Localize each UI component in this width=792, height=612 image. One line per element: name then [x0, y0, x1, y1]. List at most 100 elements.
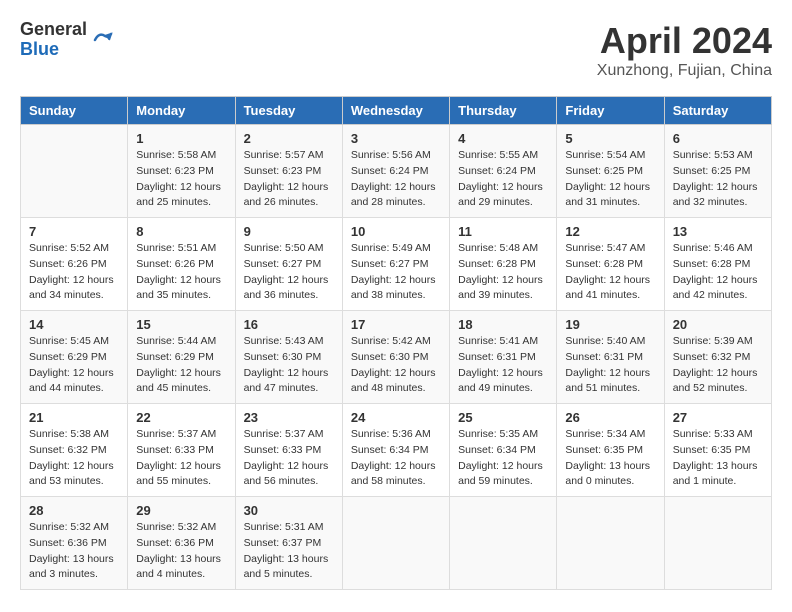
page-header: General Blue April 2024 Xunzhong, Fujian…: [20, 20, 772, 80]
cell-info: Sunrise: 5:55 AMSunset: 6:24 PMDaylight:…: [458, 148, 548, 211]
cell-info: Sunrise: 5:40 AMSunset: 6:31 PMDaylight:…: [565, 334, 655, 397]
cell-info: Sunrise: 5:35 AMSunset: 6:34 PMDaylight:…: [458, 427, 548, 490]
calendar-cell: 15 Sunrise: 5:44 AMSunset: 6:29 PMDayligh…: [128, 311, 235, 404]
day-number: 5: [565, 131, 655, 146]
cell-info: Sunrise: 5:37 AMSunset: 6:33 PMDaylight:…: [244, 427, 334, 490]
calendar-cell: 21Sunrise: 5:38 AMSunset: 6:32 PMDayligh…: [21, 404, 128, 497]
day-number: 29: [136, 503, 226, 518]
day-number: 10: [351, 224, 441, 239]
calendar-cell: [21, 125, 128, 218]
cell-info: Sunrise: 5:51 AMSunset: 6:26 PMDaylight:…: [136, 241, 226, 304]
cell-info: Sunrise: 5:36 AMSunset: 6:34 PMDaylight:…: [351, 427, 441, 490]
column-header-friday: Friday: [557, 97, 664, 125]
title-block: April 2024 Xunzhong, Fujian, China: [597, 20, 772, 80]
day-number: 4: [458, 131, 548, 146]
day-number: 12: [565, 224, 655, 239]
calendar-header-row: SundayMondayTuesdayWednesdayThursdayFrid…: [21, 97, 772, 125]
calendar-cell: 3Sunrise: 5:56 AMSunset: 6:24 PMDaylight…: [342, 125, 449, 218]
calendar-cell: 5 Sunrise: 5:54 AMSunset: 6:25 PMDaylight…: [557, 125, 664, 218]
calendar-cell: 7 Sunrise: 5:52 AMSunset: 6:26 PMDaylight…: [21, 218, 128, 311]
cell-info: Sunrise: 5:32 AMSunset: 6:36 PMDaylight:…: [136, 520, 226, 583]
calendar-cell: 24 Sunrise: 5:36 AMSunset: 6:34 PMDayligh…: [342, 404, 449, 497]
calendar-cell: 16 Sunrise: 5:43 AMSunset: 6:30 PMDayligh…: [235, 311, 342, 404]
day-number: 30: [244, 503, 334, 518]
day-number: 19: [565, 317, 655, 332]
day-number: 20: [673, 317, 763, 332]
cell-info: Sunrise: 5:53 AMSunset: 6:25 PMDaylight:…: [673, 148, 763, 211]
calendar-week-row: 21Sunrise: 5:38 AMSunset: 6:32 PMDayligh…: [21, 404, 772, 497]
calendar-cell: 11Sunrise: 5:48 AMSunset: 6:28 PMDayligh…: [450, 218, 557, 311]
cell-info: Sunrise: 5:56 AMSunset: 6:24 PMDaylight:…: [351, 148, 441, 211]
cell-info: Sunrise: 5:57 AMSunset: 6:23 PMDaylight:…: [244, 148, 334, 211]
calendar-week-row: 14 Sunrise: 5:45 AMSunset: 6:29 PMDayligh…: [21, 311, 772, 404]
day-number: 7: [29, 224, 119, 239]
cell-info: Sunrise: 5:45 AMSunset: 6:29 PMDaylight:…: [29, 334, 119, 397]
day-number: 23: [244, 410, 334, 425]
day-number: 16: [244, 317, 334, 332]
day-number: 14: [29, 317, 119, 332]
day-number: 22: [136, 410, 226, 425]
cell-info: Sunrise: 5:32 AMSunset: 6:36 PMDaylight:…: [29, 520, 119, 583]
cell-info: Sunrise: 5:48 AMSunset: 6:28 PMDaylight:…: [458, 241, 548, 304]
calendar-cell: 30 Sunrise: 5:31 AMSunset: 6:37 PMDayligh…: [235, 497, 342, 590]
calendar-cell: 19 Sunrise: 5:40 AMSunset: 6:31 PMDayligh…: [557, 311, 664, 404]
day-number: 9: [244, 224, 334, 239]
calendar-cell: 22 Sunrise: 5:37 AMSunset: 6:33 PMDayligh…: [128, 404, 235, 497]
month-title: April 2024: [597, 20, 772, 62]
cell-info: Sunrise: 5:34 AMSunset: 6:35 PMDaylight:…: [565, 427, 655, 490]
day-number: 2: [244, 131, 334, 146]
day-number: 6: [673, 131, 763, 146]
day-number: 1: [136, 131, 226, 146]
calendar-week-row: 28 Sunrise: 5:32 AMSunset: 6:36 PMDayligh…: [21, 497, 772, 590]
calendar-cell: 12 Sunrise: 5:47 AMSunset: 6:28 PMDayligh…: [557, 218, 664, 311]
cell-info: Sunrise: 5:38 AMSunset: 6:32 PMDaylight:…: [29, 427, 119, 490]
calendar-cell: 13Sunrise: 5:46 AMSunset: 6:28 PMDayligh…: [664, 218, 771, 311]
calendar-cell: 1 Sunrise: 5:58 AMSunset: 6:23 PMDaylight…: [128, 125, 235, 218]
cell-info: Sunrise: 5:58 AMSunset: 6:23 PMDaylight:…: [136, 148, 226, 211]
calendar-cell: 27 Sunrise: 5:33 AMSunset: 6:35 PMDayligh…: [664, 404, 771, 497]
calendar-cell: 9 Sunrise: 5:50 AMSunset: 6:27 PMDaylight…: [235, 218, 342, 311]
day-number: 8: [136, 224, 226, 239]
logo-general: General: [20, 20, 87, 40]
calendar-cell: [450, 497, 557, 590]
calendar-cell: [664, 497, 771, 590]
calendar-cell: 18Sunrise: 5:41 AMSunset: 6:31 PMDayligh…: [450, 311, 557, 404]
calendar-cell: 8 Sunrise: 5:51 AMSunset: 6:26 PMDaylight…: [128, 218, 235, 311]
cell-info: Sunrise: 5:47 AMSunset: 6:28 PMDaylight:…: [565, 241, 655, 304]
calendar-cell: 2 Sunrise: 5:57 AMSunset: 6:23 PMDaylight…: [235, 125, 342, 218]
cell-info: Sunrise: 5:37 AMSunset: 6:33 PMDaylight:…: [136, 427, 226, 490]
cell-info: Sunrise: 5:43 AMSunset: 6:30 PMDaylight:…: [244, 334, 334, 397]
cell-info: Sunrise: 5:39 AMSunset: 6:32 PMDaylight:…: [673, 334, 763, 397]
cell-info: Sunrise: 5:42 AMSunset: 6:30 PMDaylight:…: [351, 334, 441, 397]
day-number: 27: [673, 410, 763, 425]
calendar-cell: [342, 497, 449, 590]
calendar-cell: 4 Sunrise: 5:55 AMSunset: 6:24 PMDaylight…: [450, 125, 557, 218]
calendar-week-row: 7 Sunrise: 5:52 AMSunset: 6:26 PMDaylight…: [21, 218, 772, 311]
day-number: 15: [136, 317, 226, 332]
cell-info: Sunrise: 5:49 AMSunset: 6:27 PMDaylight:…: [351, 241, 441, 304]
calendar-cell: [557, 497, 664, 590]
calendar-cell: 23 Sunrise: 5:37 AMSunset: 6:33 PMDayligh…: [235, 404, 342, 497]
day-number: 25: [458, 410, 548, 425]
logo-icon: [91, 28, 115, 52]
logo: General Blue: [20, 20, 115, 60]
day-number: 28: [29, 503, 119, 518]
logo-blue: Blue: [20, 40, 87, 60]
column-header-saturday: Saturday: [664, 97, 771, 125]
day-number: 26: [565, 410, 655, 425]
cell-info: Sunrise: 5:54 AMSunset: 6:25 PMDaylight:…: [565, 148, 655, 211]
location: Xunzhong, Fujian, China: [597, 62, 772, 80]
day-number: 17: [351, 317, 441, 332]
cell-info: Sunrise: 5:52 AMSunset: 6:26 PMDaylight:…: [29, 241, 119, 304]
day-number: 24: [351, 410, 441, 425]
column-header-wednesday: Wednesday: [342, 97, 449, 125]
cell-info: Sunrise: 5:50 AMSunset: 6:27 PMDaylight:…: [244, 241, 334, 304]
calendar-cell: 14 Sunrise: 5:45 AMSunset: 6:29 PMDayligh…: [21, 311, 128, 404]
calendar-cell: 17 Sunrise: 5:42 AMSunset: 6:30 PMDayligh…: [342, 311, 449, 404]
cell-info: Sunrise: 5:31 AMSunset: 6:37 PMDaylight:…: [244, 520, 334, 583]
column-header-monday: Monday: [128, 97, 235, 125]
calendar-cell: 26 Sunrise: 5:34 AMSunset: 6:35 PMDayligh…: [557, 404, 664, 497]
cell-info: Sunrise: 5:33 AMSunset: 6:35 PMDaylight:…: [673, 427, 763, 490]
cell-info: Sunrise: 5:41 AMSunset: 6:31 PMDaylight:…: [458, 334, 548, 397]
cell-info: Sunrise: 5:44 AMSunset: 6:29 PMDaylight:…: [136, 334, 226, 397]
